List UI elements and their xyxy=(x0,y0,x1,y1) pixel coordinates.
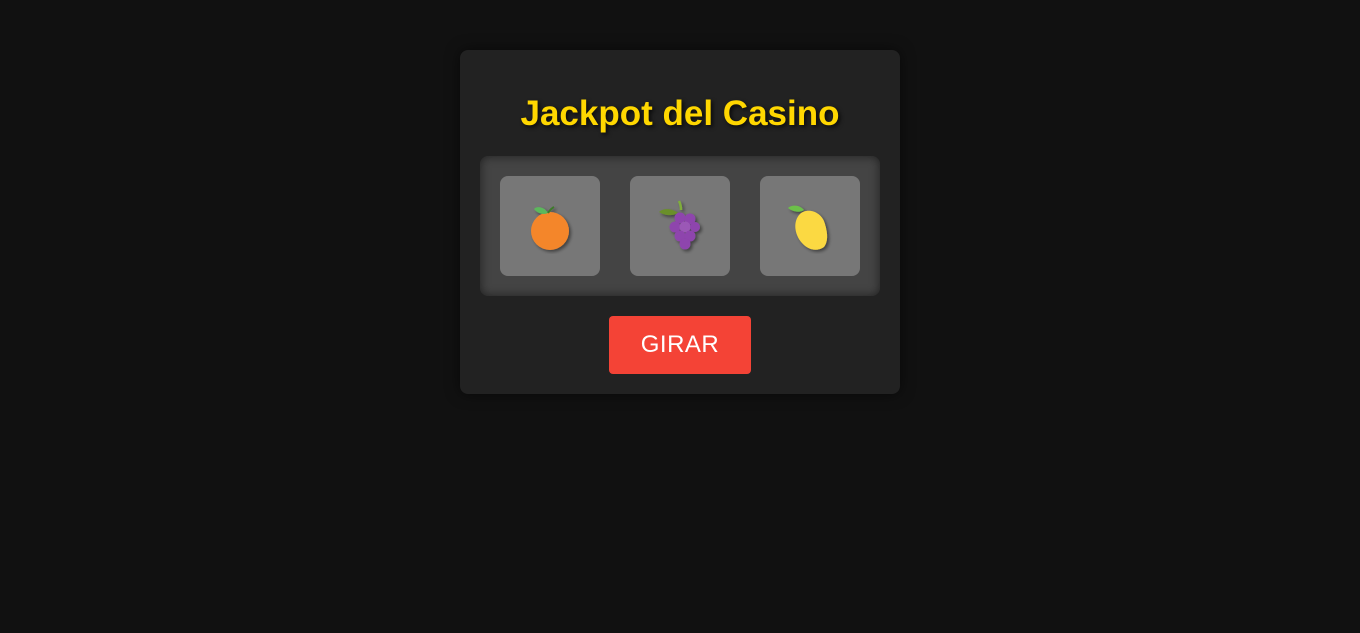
lemon-icon xyxy=(788,205,828,250)
reel-3 xyxy=(760,176,860,276)
game-title: Jackpot del Casino xyxy=(520,94,840,133)
slot-machine-card: Jackpot del Casino GIRAR xyxy=(460,50,900,394)
orange-icon xyxy=(531,206,569,250)
reel-2 xyxy=(630,176,730,276)
reel-1 xyxy=(500,176,600,276)
spin-button[interactable]: GIRAR xyxy=(609,316,751,374)
grapes-icon xyxy=(659,200,700,250)
reels-container xyxy=(480,156,880,296)
